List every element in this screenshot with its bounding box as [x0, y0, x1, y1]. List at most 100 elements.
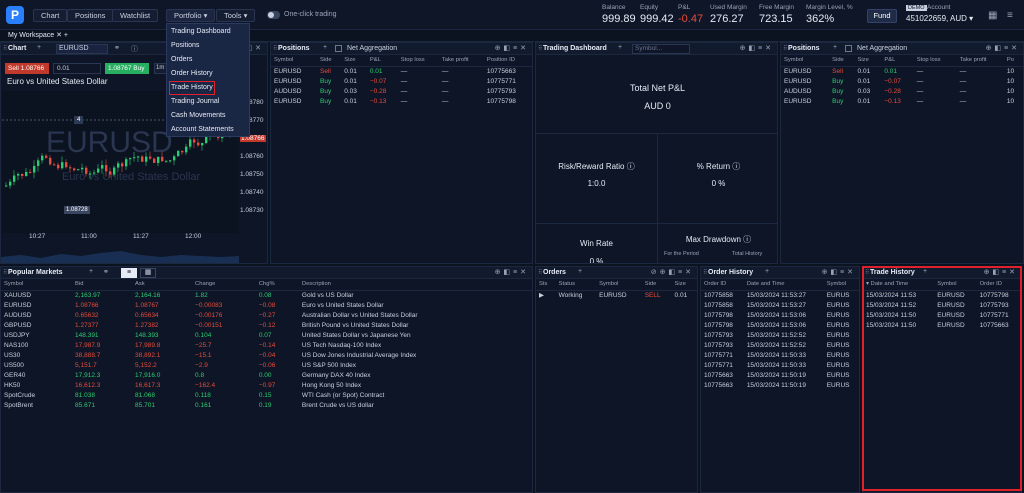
table-row[interactable]: EURUSD Sell 0.01 0.01 — — 10 — [781, 66, 1023, 76]
column-header[interactable]: Take profit — [438, 55, 484, 67]
column-header[interactable]: Stop loss — [913, 55, 957, 67]
table-row[interactable]: SpotBrent 85.671 85.701 0.161 0.19 Brent Crud… — [1, 400, 532, 410]
column-header[interactable]: Stop loss — [397, 55, 439, 67]
menu-item-positions[interactable]: Positions — [171, 41, 199, 51]
column-header[interactable]: Bid — [72, 279, 133, 291]
column-header[interactable]: Symbol — [271, 55, 318, 67]
column-header[interactable]: Change — [192, 279, 256, 291]
column-header[interactable]: Side — [641, 279, 672, 291]
add-icon[interactable]: + — [323, 44, 327, 51]
table-row[interactable]: 10775798 15/03/2024 11:53:06 EURUS — [701, 310, 859, 320]
table-row[interactable]: 10775858 15/03/2024 11:53:27 EURUS — [701, 290, 859, 300]
column-header[interactable]: Ask — [132, 279, 193, 291]
column-header[interactable]: Position ID — [483, 55, 532, 67]
column-header[interactable]: Description — [298, 279, 532, 291]
drag-handle-icon[interactable]: ⠿ — [273, 45, 277, 52]
column-header[interactable]: Side — [829, 55, 855, 67]
total-history-tab[interactable]: Total History — [732, 251, 762, 257]
column-header[interactable]: Chg% — [255, 279, 299, 291]
calculator-icon[interactable]: ▦ — [988, 10, 997, 21]
menu-item-trading-journal[interactable]: Trading Journal — [171, 97, 219, 107]
panel-window-icons[interactable]: ⊕◧≡✕ — [495, 268, 529, 276]
table-row[interactable]: AUDUSD Buy 0.03 −0.28 — — 10775793 — [271, 86, 532, 96]
table-row[interactable]: 10775771 15/03/2024 11:50:33 EURUS — [701, 350, 859, 360]
table-row[interactable]: US500 5,151.7 5,152.2 −2.9 −0.06 US S&P 500 I… — [1, 360, 532, 370]
menu-item-orders[interactable]: Orders — [171, 55, 192, 65]
table-row[interactable]: 10775663 15/03/2024 11:50:19 EURUS — [701, 380, 859, 390]
panel-window-icons[interactable]: ⊘⊕◧≡✕ — [651, 268, 694, 276]
add-icon[interactable]: + — [578, 268, 582, 275]
menu-icon[interactable]: ≡ — [1007, 10, 1013, 21]
panel-window-icons[interactable]: ⊕◧≡✕ — [986, 44, 1020, 52]
column-header[interactable]: Take profit — [956, 55, 1004, 67]
column-header[interactable]: P&L — [881, 55, 914, 67]
panel-window-icons[interactable]: ⊕◧≡✕ — [495, 44, 529, 52]
table-row[interactable]: EURUSD 1.08766 1.08767 −0.00083 −0.08 Euro vs… — [1, 300, 532, 310]
column-header[interactable]: Size — [341, 55, 367, 67]
column-header[interactable]: Symbol — [596, 279, 642, 291]
table-row[interactable]: US30 38,888.7 38,892.1 −15.1 −0.04 US Dow Jon… — [1, 350, 532, 360]
account-selector[interactable]: 451022659, AUD ▾ — [906, 14, 973, 23]
column-header[interactable]: Status — [555, 279, 597, 291]
panel-window-icons[interactable]: ⊕◧≡✕ — [822, 268, 856, 276]
panel-window-icons[interactable]: ⊕◧≡✕ — [740, 44, 774, 52]
workspace-tab[interactable]: My Workspace ✕ + — [8, 31, 68, 39]
nav-positions-button[interactable]: Positions — [67, 9, 114, 22]
table-row[interactable]: EURUSD Buy 0.01 −0.07 — — 10775771 — [271, 76, 532, 86]
fund-button[interactable]: Fund — [867, 9, 897, 23]
portfolio-menu-button[interactable]: Portfolio ▾ — [166, 9, 216, 22]
net-aggregation-checkbox[interactable] — [845, 45, 852, 52]
table-row[interactable]: HK50 16,612.3 16,617.3 −162.4 −0.97 Hong Kong… — [1, 380, 532, 390]
menu-item-order-history[interactable]: Order History — [171, 69, 213, 79]
table-row[interactable]: EURUSD Buy 0.01 −0.13 — — 10775798 — [271, 96, 532, 106]
table-row[interactable]: NAS100 17,987.9 17,989.8 −25.7 −0.14 US Tech … — [1, 340, 532, 350]
table-row[interactable]: 10775793 15/03/2024 11:52:52 EURUS — [701, 330, 859, 340]
column-header[interactable]: Sts — [536, 279, 556, 291]
column-header[interactable]: P&L — [366, 55, 398, 67]
one-click-toggle[interactable] — [267, 11, 280, 19]
add-icon[interactable]: + — [833, 44, 837, 51]
table-row[interactable]: AUDUSD Buy 0.03 −0.28 — — 10 — [781, 86, 1023, 96]
column-header[interactable]: Symbol — [781, 55, 830, 67]
table-row[interactable]: XAUUSD 2,163.97 2,164.16 1.82 0.08 Gold vs US… — [1, 290, 532, 300]
table-row[interactable]: 10775798 15/03/2024 11:53:06 EURUS — [701, 320, 859, 330]
column-header[interactable]: Symbol — [823, 279, 859, 291]
table-row[interactable]: SpotCrude 81.038 81.068 0.118 0.15 WTI Cash (… — [1, 390, 532, 400]
table-row[interactable]: 10775771 15/03/2024 11:50:33 EURUS — [701, 360, 859, 370]
nav-watchlist-button[interactable]: Watchlist — [112, 9, 159, 22]
buy-button[interactable]: 1.08767 Buy — [105, 63, 149, 74]
table-row[interactable]: GBPUSD 1.27377 1.27382 −0.00151 −0.12 British… — [1, 320, 532, 330]
menu-item-cash-movements[interactable]: Cash Movements — [171, 111, 225, 121]
info-icon[interactable]: ⓘ — [131, 44, 138, 54]
table-row[interactable]: 10775793 15/03/2024 11:52:52 EURUS — [701, 340, 859, 350]
add-icon[interactable]: + — [765, 268, 769, 275]
table-row[interactable]: ▶ Working EURUSD SELL 0.01 — [536, 290, 697, 300]
drag-handle-icon[interactable]: ⠿ — [3, 45, 7, 52]
table-row[interactable]: EURUSD Sell 0.01 0.01 — — 10775663 — [271, 66, 532, 76]
add-icon[interactable]: + — [89, 268, 93, 275]
drag-handle-icon[interactable]: ⠿ — [3, 269, 7, 276]
table-row[interactable]: USDJPY 148.391 148.393 0.104 0.07 United Stat… — [1, 330, 532, 340]
column-header[interactable]: Order ID — [701, 279, 744, 291]
menu-item-account-statements[interactable]: Account Statements — [171, 125, 234, 135]
table-row[interactable]: EURUSD Buy 0.01 −0.13 — — 10 — [781, 96, 1023, 106]
link-icon[interactable]: ⚭ — [103, 268, 109, 276]
net-aggregation-checkbox[interactable] — [335, 45, 342, 52]
table-row[interactable]: EURUSD Buy 0.01 −0.07 — — 10 — [781, 76, 1023, 86]
tools-menu-button[interactable]: Tools ▾ — [216, 9, 256, 22]
link-icon[interactable]: ⚭ — [114, 44, 120, 52]
drag-handle-icon[interactable]: ⠿ — [703, 269, 707, 276]
order-line-tag[interactable]: 4 — [74, 116, 84, 124]
symbol-search-input[interactable]: Symbol... — [632, 44, 690, 54]
column-header[interactable]: Size — [854, 55, 882, 67]
column-header[interactable]: Symbol — [1, 279, 73, 291]
sell-button[interactable]: Sell 1.08766 — [5, 63, 49, 74]
drag-handle-icon[interactable]: ⠿ — [538, 45, 542, 52]
column-header[interactable]: Po — [1003, 55, 1023, 67]
column-header[interactable]: Side — [317, 55, 342, 67]
menu-item-trading-dashboard[interactable]: Trading Dashboard — [171, 27, 231, 37]
chart-symbol-input[interactable]: EURUSD — [56, 44, 108, 54]
nav-chart-button[interactable]: Chart — [33, 9, 68, 22]
table-row[interactable]: AUDUSD 0.65632 0.65634 −0.00176 −0.27 Austral… — [1, 310, 532, 320]
add-icon[interactable]: + — [618, 44, 622, 51]
